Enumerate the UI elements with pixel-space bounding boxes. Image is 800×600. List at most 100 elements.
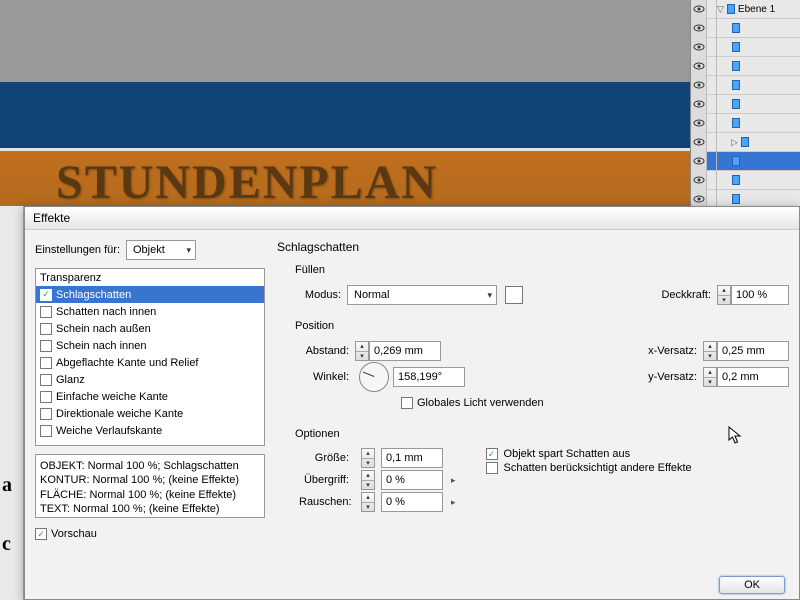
effect-list-item[interactable]: Weiche Verlaufskante: [36, 422, 264, 439]
settings-for-combo[interactable]: Objekt: [126, 240, 196, 260]
size-label: Größe:: [299, 452, 355, 464]
y-offset-label: y-Versatz:: [637, 371, 703, 383]
angle-label: Winkel:: [277, 371, 355, 383]
effect-label: Schein nach innen: [56, 340, 147, 352]
angle-field[interactable]: [393, 367, 465, 387]
effect-list-item[interactable]: Glanz: [36, 371, 264, 388]
effect-label: Glanz: [56, 374, 85, 386]
options-group-label: Optionen: [277, 428, 789, 440]
preview-checkbox[interactable]: ✓: [35, 528, 47, 540]
effect-label: Schlagschatten: [56, 289, 131, 301]
document-header: STUNDENPLAN: [0, 148, 690, 206]
layer-color-swatch: [732, 23, 740, 33]
opacity-stepper[interactable]: ▴▾: [717, 285, 731, 305]
layer-row[interactable]: [691, 152, 800, 171]
visibility-icon[interactable]: [691, 57, 707, 76]
visibility-icon[interactable]: [691, 152, 707, 171]
effect-checkbox[interactable]: [40, 323, 52, 335]
effect-label: Weiche Verlaufskante: [56, 425, 162, 437]
layer-row[interactable]: [691, 171, 800, 190]
distance-field[interactable]: [369, 341, 441, 361]
effects-list[interactable]: Transparenz ✓ Schlagschatten Schatten nach…: [35, 268, 265, 446]
effect-list-item[interactable]: Direktionale weiche Kante: [36, 405, 264, 422]
slider-arrow-icon[interactable]: ▸: [451, 475, 456, 486]
visibility-icon[interactable]: [691, 76, 707, 95]
effect-list-item[interactable]: Schatten nach innen: [36, 303, 264, 320]
knockout-label: Objekt spart Schatten aus: [504, 448, 631, 460]
mode-label: Modus:: [277, 289, 347, 301]
layer-row[interactable]: [691, 19, 800, 38]
size-field[interactable]: [381, 448, 443, 468]
layers-panel[interactable]: ▽ Ebene 1 ▷: [690, 0, 800, 206]
distance-stepper[interactable]: ▴▾: [355, 341, 369, 361]
layer-parent-row[interactable]: ▽ Ebene 1: [691, 0, 800, 19]
preview-label: Vorschau: [51, 528, 97, 540]
effect-list-item[interactable]: Schein nach außen: [36, 320, 264, 337]
layer-row[interactable]: [691, 38, 800, 57]
disclosure-triangle-icon[interactable]: ▽: [717, 4, 724, 15]
position-group-label: Position: [277, 320, 789, 332]
effect-list-item[interactable]: Abgeflachte Kante und Relief: [36, 354, 264, 371]
knockout-checkbox[interactable]: ✓: [486, 448, 498, 460]
visibility-icon[interactable]: [691, 171, 707, 190]
layer-color-swatch: [732, 80, 740, 90]
visibility-icon[interactable]: [691, 19, 707, 38]
effect-checkbox[interactable]: [40, 340, 52, 352]
visibility-icon[interactable]: [691, 114, 707, 133]
layer-color-swatch: [741, 137, 749, 147]
shadow-color-swatch[interactable]: [505, 286, 523, 304]
effects-list-header[interactable]: Transparenz: [36, 269, 264, 286]
mode-combo[interactable]: Normal: [347, 285, 497, 305]
left-tab-strip: a c: [0, 206, 24, 600]
x-offset-stepper[interactable]: ▴▾: [703, 341, 717, 361]
layer-row[interactable]: [691, 95, 800, 114]
noise-stepper[interactable]: ▴▾: [361, 492, 375, 512]
spread-stepper[interactable]: ▴▾: [361, 470, 375, 490]
layer-row[interactable]: [691, 76, 800, 95]
layer-color-swatch: [732, 61, 740, 71]
spread-label: Übergriff:: [299, 474, 355, 486]
global-light-label: Globales Licht verwenden: [417, 397, 544, 409]
section-title: Schlagschatten: [277, 240, 789, 254]
honors-checkbox[interactable]: [486, 462, 498, 474]
visibility-icon[interactable]: [691, 95, 707, 114]
layer-row[interactable]: [691, 57, 800, 76]
y-offset-stepper[interactable]: ▴▾: [703, 367, 717, 387]
noise-field[interactable]: [381, 492, 443, 512]
spread-field[interactable]: [381, 470, 443, 490]
effect-checkbox[interactable]: [40, 374, 52, 386]
effect-label: Einfache weiche Kante: [56, 391, 168, 403]
effect-checkbox[interactable]: [40, 408, 52, 420]
side-letter: a: [2, 474, 12, 497]
effect-checkbox[interactable]: [40, 357, 52, 369]
effect-list-item[interactable]: Einfache weiche Kante: [36, 388, 264, 405]
global-light-checkbox[interactable]: [401, 397, 413, 409]
layer-row[interactable]: ▷: [691, 133, 800, 152]
effect-checkbox[interactable]: [40, 425, 52, 437]
effect-list-item[interactable]: ✓ Schlagschatten: [36, 286, 264, 303]
slider-arrow-icon[interactable]: ▸: [451, 497, 456, 508]
size-stepper[interactable]: ▴▾: [361, 448, 375, 468]
layer-color-swatch: [732, 99, 740, 109]
layer-name[interactable]: Ebene 1: [736, 4, 775, 15]
ok-button[interactable]: OK: [719, 576, 785, 594]
effects-dialog: Effekte Einstellungen für: Objekt Transp…: [24, 206, 800, 600]
layer-color-swatch: [732, 156, 740, 166]
honors-label: Schatten berücksichtigt andere Effekte: [504, 462, 692, 474]
effect-label: Schatten nach innen: [56, 306, 156, 318]
effect-list-item[interactable]: Schein nach innen: [36, 337, 264, 354]
effect-checkbox[interactable]: [40, 306, 52, 318]
noise-label: Rauschen:: [299, 496, 355, 508]
dialog-title: Effekte: [25, 207, 799, 230]
visibility-icon[interactable]: [691, 38, 707, 57]
layer-row[interactable]: [691, 114, 800, 133]
x-offset-field[interactable]: [717, 341, 789, 361]
angle-dial[interactable]: [359, 362, 389, 392]
effect-checkbox[interactable]: [40, 391, 52, 403]
visibility-icon[interactable]: [691, 0, 707, 19]
disclosure-triangle-icon[interactable]: ▷: [731, 137, 738, 148]
y-offset-field[interactable]: [717, 367, 789, 387]
effect-checkbox[interactable]: ✓: [40, 289, 52, 301]
opacity-field[interactable]: [731, 285, 789, 305]
visibility-icon[interactable]: [691, 133, 707, 152]
